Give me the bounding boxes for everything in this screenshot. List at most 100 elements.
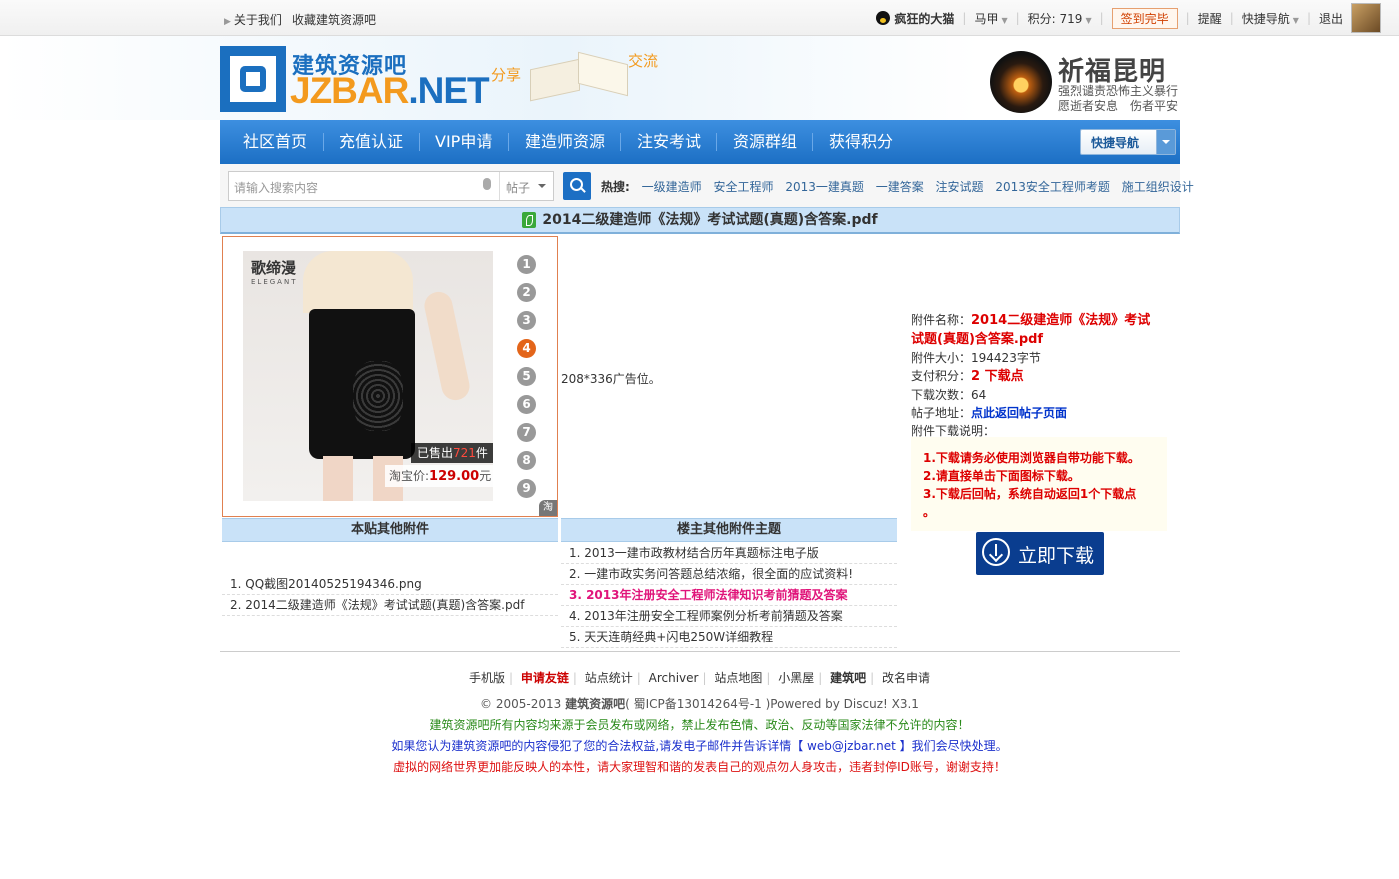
ad-slot-text: 208*336广告位。 [561,372,661,386]
nav-item-safety-exam[interactable]: 注安考试 [637,120,701,164]
footer-link-mobile[interactable]: 手机版 [469,671,505,685]
nav-item-groups[interactable]: 资源群组 [733,120,797,164]
hot-search-link[interactable]: 施工组织设计 [1122,180,1194,194]
hot-search-link[interactable]: 2013安全工程师考题 [995,180,1110,194]
ad-pager: 1 2 3 4 5 6 7 8 9 [517,255,537,507]
nav-item-builder[interactable]: 建造师资源 [525,120,605,164]
ad-page-button-active[interactable]: 4 [517,339,536,358]
points-menu[interactable]: 积分: 719 ▼ [1028,10,1092,27]
arrow-icon: ▶ [224,17,231,27]
avatar[interactable] [1351,3,1381,33]
memorial-line2: 愿逝者安息 伤者平安 [1058,99,1179,113]
nav-item-vip[interactable]: VIP申请 [435,120,492,164]
footer-note-green: 建筑资源吧所有内容均来源于会员发布或网络，禁止发布色情、政治、反动等国家法律不允… [429,718,970,732]
ad-page-button[interactable]: 6 [517,395,536,414]
chevron-down-icon: ▼ [1085,15,1092,25]
list-item-highlighted[interactable]: 3. 2013年注册安全工程师法律知识考前猜题及答案 [561,585,897,606]
share-bubble: 分享 [491,66,522,84]
microphone-icon[interactable] [483,178,491,190]
username-link[interactable]: 疯狂的大猫 [894,10,954,27]
candle-icon [990,51,1052,113]
footer-note-red: 虚拟的网络世界更加能反映人的本性，请大家理智和谐的发表自己的观点勿人身攻击，违者… [393,760,1006,774]
logout-link[interactable]: 退出 [1319,10,1343,27]
top-left-links: ▶ 关于我们 收藏建筑资源吧 [224,11,386,28]
ad-page-button[interactable]: 1 [517,255,536,274]
list-item[interactable]: 2. 一建市政实务问答题总结浓缩，很全面的应试资料! [561,564,897,585]
site-logo[interactable]: 建筑资源吧 JZBAR.NET [220,46,500,116]
other-attachments-list: 1. QQ截图20140525194346.png 2. 2014二级建造师《法… [222,574,558,616]
taobao-icon[interactable]: 淘 [539,500,557,516]
download-count: 64 [971,388,987,402]
copyright: © 2005-2013 建筑资源吧( 蜀ICP备13014264号-1 )Pow… [480,697,919,711]
ad-page-button[interactable]: 2 [517,283,536,302]
quicknav-menu[interactable]: 快捷导航 ▼ [1242,10,1299,27]
footer-link-blackroom[interactable]: 小黑屋 [778,671,814,685]
hot-search-link[interactable]: 安全工程师 [713,180,773,194]
memorial-banner[interactable]: 祈福昆明 强烈谴责恐怖主义暴行 愿逝者安息 伤者平安 [990,51,1180,115]
bookmark-link[interactable]: 收藏建筑资源吧 [292,13,376,27]
search-scope-select[interactable]: 帖子 [499,172,554,200]
footer-link-sitemap[interactable]: 站点地图 [714,671,762,685]
list-item[interactable]: 1. 2013一建市政教材结合历年真题标注电子版 [561,543,897,564]
ad-page-button[interactable]: 3 [517,311,536,330]
footer-divider [220,651,1180,652]
logo-en: JZBAR.NET [290,70,490,111]
main-nav: 社区首页 充值认证 VIP申请 建造师资源 注安考试 资源群组 获得积分 快捷导… [220,120,1180,164]
search-bar: 请输入搜索内容 帖子 热搜: 一级建造师 安全工程师 2013一建真题 一建答案… [220,164,1194,208]
download-icon [982,538,1010,566]
list-item[interactable]: 5. 天天连萌经典+闪电250W详细教程 [561,627,897,648]
sold-count: 已售出721件 [411,443,493,463]
footer-link-archiver[interactable]: Archiver [649,671,699,685]
hot-search-link[interactable]: 一级建造师 [642,180,702,194]
footer-link-rename[interactable]: 改名申请 [882,671,930,685]
page-title: 2014二级建造师《法规》考试试题(真题)含答案.pdf [220,207,1180,234]
ad-page-button[interactable]: 8 [517,451,536,470]
footer-link-jzbar[interactable]: 建筑吧 [830,671,866,685]
attachment-size: 194423字节 [971,351,1041,365]
about-link[interactable]: 关于我们 [234,13,282,27]
back-to-post-link[interactable]: 点此返回帖子页面 [971,406,1067,420]
user-menu[interactable]: 马甲 ▼ [974,10,1007,27]
remind-link[interactable]: 提醒 [1198,10,1222,27]
search-button[interactable] [563,172,591,200]
ad-page-button[interactable]: 5 [517,367,536,386]
download-button[interactable]: 立即下载 [976,532,1104,575]
nav-item-points[interactable]: 获得积分 [829,120,893,164]
user-bar: 疯狂的大猫 | 马甲 ▼ | 积分: 719 ▼ | 签到完毕 | 提醒 | 快捷导… [876,3,1381,33]
attachment-cost: 2 下载点 [971,369,1024,384]
signin-button[interactable]: 签到完毕 [1111,7,1178,29]
chevron-down-icon [1156,130,1175,154]
brand-logo: 歌缔漫 ELEGANT [251,259,298,286]
hot-search-link[interactable]: 2013一建真题 [785,180,864,194]
chevron-down-icon: ▼ [1001,15,1008,25]
nav-item-recharge[interactable]: 充值认证 [339,120,403,164]
chevron-down-icon: ▼ [1292,15,1299,25]
quicknav-button[interactable]: 快捷导航 [1080,129,1176,155]
pdf-file-icon [522,212,537,228]
exchange-bubble: 交流 [628,52,659,70]
qq-icon [876,11,891,25]
other-attachments-header: 本贴其他附件 [222,518,558,542]
list-item[interactable]: 2. 2014二级建造师《法规》考试试题(真题)含答案.pdf [222,595,558,616]
list-item[interactable]: 4. 2013年注册安全工程师案例分析考前猜题及答案 [561,606,897,627]
footer-link-stats[interactable]: 站点统计 [585,671,633,685]
ad-page-button[interactable]: 9 [517,479,536,498]
nav-item-home[interactable]: 社区首页 [243,120,307,164]
footer-note-blue: 如果您认为建筑资源吧的内容侵犯了您的合法权益,请发电子邮件并告诉详情【 web@… [391,739,1008,753]
owner-attachments-header: 楼主其他附件主题 [561,518,897,542]
book-icon [520,51,630,106]
hot-search-link[interactable]: 一建答案 [876,180,924,194]
product-price: 淘宝价:129.00元 [385,465,493,487]
download-notice: 1.下载请务必使用浏览器自带功能下载。 2.请直接单击下面图标下载。 3.下载后… [911,437,1167,531]
product-image[interactable]: 歌缔漫 ELEGANT [243,251,493,501]
product-ad[interactable]: 歌缔漫 ELEGANT 已售出721件 淘宝价:129.00元 1 2 3 4 5… [222,236,558,517]
ad-page-button[interactable]: 7 [517,423,536,442]
footer-link-apply[interactable]: 申请友链 [521,671,569,685]
owner-attachments-list: 1. 2013一建市政教材结合历年真题标注电子版 2. 一建市政实务问答题总结浓… [561,543,897,648]
search-input[interactable]: 请输入搜索内容 帖子 [228,171,554,201]
list-item[interactable]: 1. QQ截图20140525194346.png [222,574,558,595]
hot-search-link[interactable]: 注安试题 [936,180,984,194]
attachment-info: 附件名称：2014二级建造师《法规》考试试题(真题)含答案.pdf 附件大小：1… [911,311,1163,440]
hot-searches: 热搜: 一级建造师 安全工程师 2013一建真题 一建答案 注安试题 2013安… [601,180,1194,194]
footer-links: 手机版 | 申请友链 | 站点统计 | Archiver | 站点地图 | 小黑屋 | 建筑… [468,671,931,685]
